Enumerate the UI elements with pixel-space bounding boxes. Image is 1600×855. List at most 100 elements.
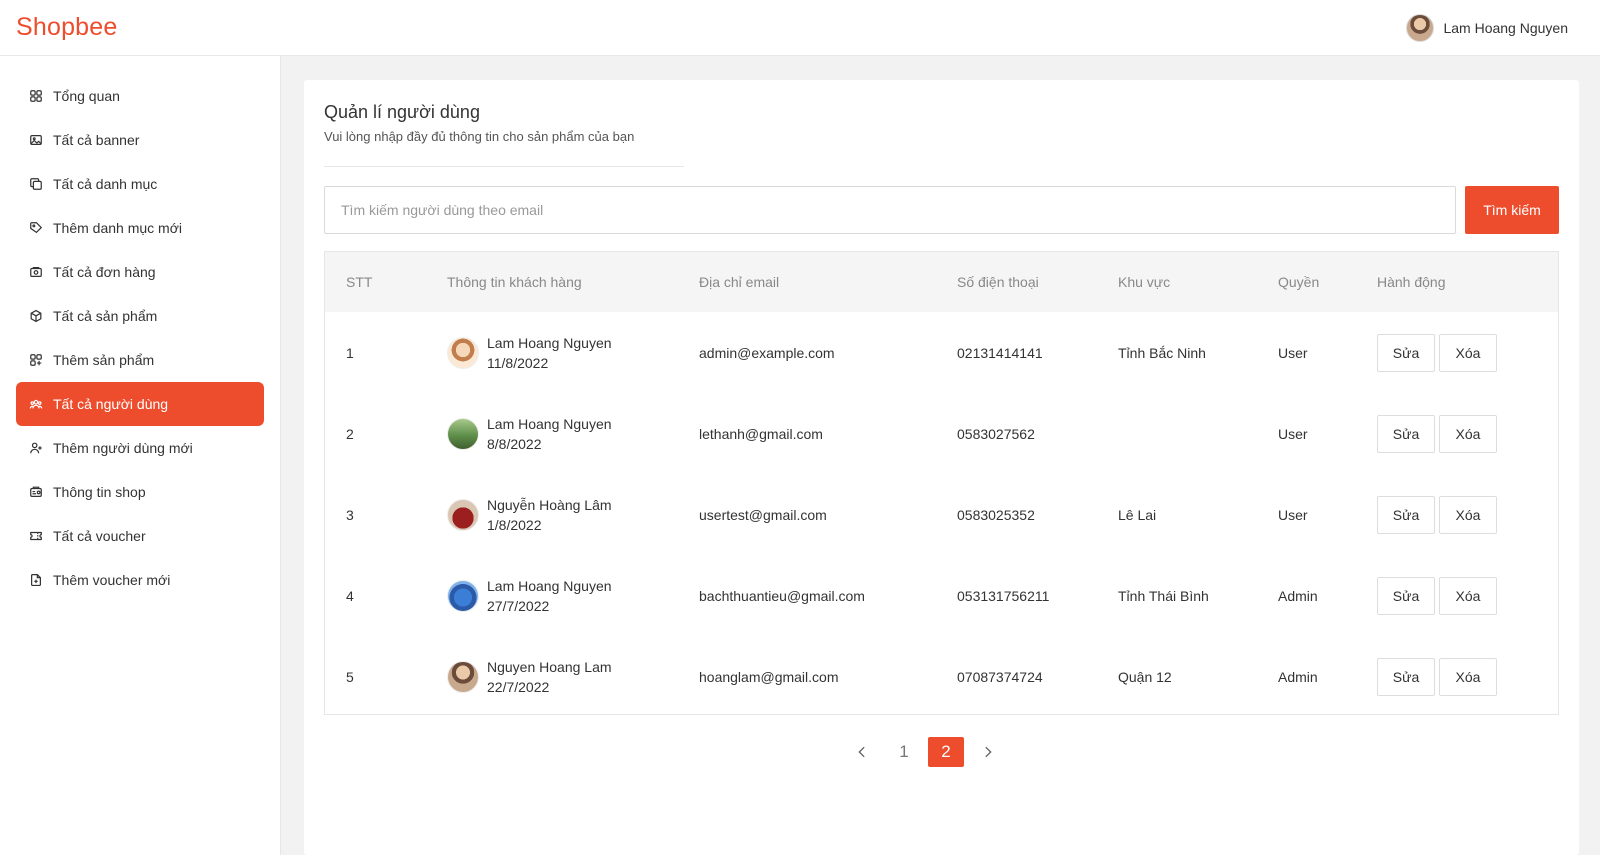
chevron-right-icon [981,745,995,759]
cell-role: Admin [1278,668,1318,685]
avatar [1406,13,1435,42]
sidebar-item-them-san-pham[interactable]: Thêm sản phẩm [16,338,264,382]
cell-stt: 5 [346,668,354,685]
orders-icon [28,264,44,280]
sidebar-item-label: Tất cả người dùng [53,396,169,412]
sidebar-item-label: Tất cả sản phẩm [53,308,158,324]
cell-actions: Sửa Xóa [1356,555,1558,636]
cell-region [1097,393,1257,474]
customer-date: 8/8/2022 [487,435,542,452]
sidebar-item-tat-ca-san-pham[interactable]: Tất cả sản phẩm [16,294,264,338]
table-row: 4 Lam Hoang Nguyen 27/7/2022 bachthuanti… [325,555,1558,636]
edit-button[interactable]: Sửa [1377,414,1435,453]
delete-button[interactable]: Xóa [1439,657,1497,696]
column-header-email: Địa chỉ email [699,274,780,290]
sidebar-item-them-danh-muc[interactable]: Thêm danh mục mới [16,206,264,250]
copy-icon [28,176,44,192]
box-icon [28,308,44,324]
top-bar: Shopbee Lam Hoang Nguyen [0,0,1600,56]
sidebar-item-them-voucher[interactable]: Thêm voucher mới [16,558,264,602]
column-header-customer: Thông tin khách hàng [447,274,582,290]
user-plus-icon [28,440,44,456]
cell-role: User [1278,425,1308,442]
delete-button[interactable]: Xóa [1439,333,1497,372]
cell-phone: 053131756211 [957,587,1050,604]
edit-button[interactable]: Sửa [1377,495,1435,534]
user-management-card: Quản lí người dùng Vui lòng nhập đầy đủ … [304,80,1579,855]
delete-button[interactable]: Xóa [1439,495,1497,534]
cell-email: lethanh@gmail.com [699,425,823,442]
avatar [447,660,479,693]
ticket-icon [28,528,44,544]
prev-page-button[interactable] [844,737,880,767]
sidebar-item-tong-quan[interactable]: Tổng quan [16,74,264,118]
cell-customer: Nguyen Hoang Lam 22/7/2022 [426,636,678,717]
sidebar-item-them-nguoi-dung[interactable]: Thêm người dùng mới [16,426,264,470]
cell-region: Tỉnh Bắc Ninh [1118,344,1206,361]
search-input[interactable] [324,186,1456,234]
column-header-phone: Số điện thoại [957,274,1039,290]
cell-phone: 02131414141 [957,344,1043,361]
delete-button[interactable]: Xóa [1439,576,1497,615]
cell-region: Lê Lai [1118,506,1157,523]
cell-region: Quận 12 [1118,668,1172,685]
sidebar-item-label: Tất cả danh mục [53,176,158,192]
customer-date: 11/8/2022 [487,354,549,371]
customer-date: 27/7/2022 [487,597,550,614]
brand-logo[interactable]: Shopbee [16,13,118,42]
sidebar-item-tat-ca-voucher[interactable]: Tất cả voucher [16,514,264,558]
cell-email: admin@example.com [699,344,835,361]
image-icon [28,132,44,148]
chevron-left-icon [855,745,869,759]
table-row: 3 Nguyễn Hoàng Lâm 1/8/2022 usertest@gma… [325,474,1558,555]
customer-name: Lam Hoang Nguyen [487,577,612,594]
page-1-button[interactable]: 1 [886,737,922,767]
cell-actions: Sửa Xóa [1356,393,1558,474]
sidebar-item-label: Thêm voucher mới [53,572,171,588]
customer-date: 1/8/2022 [487,516,542,533]
delete-button[interactable]: Xóa [1439,414,1497,453]
card-header: Quản lí người dùng Vui lòng nhập đầy đủ … [324,102,684,167]
edit-button[interactable]: Sửa [1377,576,1435,615]
table-row: 5 Nguyen Hoang Lam 22/7/2022 hoanglam@gm… [325,636,1558,717]
cell-email: usertest@gmail.com [699,506,827,523]
search-bar: Tìm kiếm [324,186,1559,234]
sidebar-item-label: Thêm người dùng mới [53,440,193,456]
user-menu[interactable]: Lam Hoang Nguyen [1406,13,1584,42]
cell-email: bachthuantieu@gmail.com [699,587,865,604]
next-page-button[interactable] [970,737,1006,767]
sidebar-item-thong-tin-shop[interactable]: Thông tin shop [16,470,264,514]
customer-name: Nguyễn Hoàng Lâm [487,496,612,513]
sidebar-item-label: Tổng quan [53,88,120,104]
cell-customer: Lam Hoang Nguyen 27/7/2022 [426,555,678,636]
search-button[interactable]: Tìm kiếm [1465,186,1559,234]
cell-role: Admin [1278,587,1318,604]
page-title: Quản lí người dùng [324,102,480,122]
sidebar-item-label: Tất cả voucher [53,528,146,544]
avatar [447,336,479,369]
edit-button[interactable]: Sửa [1377,333,1435,372]
customer-date: 22/7/2022 [487,678,550,695]
column-header-region: Khu vực [1118,274,1171,290]
cell-phone: 0583027562 [957,425,1035,442]
sidebar-item-label: Thêm danh mục mới [53,220,183,236]
sidebar-item-label: Thông tin shop [53,484,146,500]
column-header-role: Quyền [1278,274,1320,290]
cell-stt: 2 [346,425,354,442]
avatar [447,579,479,612]
sidebar-item-label: Tất cả banner [53,132,140,148]
page-2-button[interactable]: 2 [928,737,964,767]
cell-stt: 4 [346,587,354,604]
sidebar-item-tat-ca-danh-muc[interactable]: Tất cả danh mục [16,162,264,206]
sidebar-item-tat-ca-banner[interactable]: Tất cả banner [16,118,264,162]
cell-phone: 07087374724 [957,668,1043,685]
edit-button[interactable]: Sửa [1377,657,1435,696]
sidebar-item-tat-ca-don-hang[interactable]: Tất cả đơn hàng [16,250,264,294]
user-name: Lam Hoang Nguyen [1443,19,1568,36]
sidebar-item-tat-ca-nguoi-dung[interactable]: Tất cả người dùng [16,382,264,426]
file-plus-icon [28,572,44,588]
cell-customer: Lam Hoang Nguyen 8/8/2022 [426,393,678,474]
table-row: 1 Lam Hoang Nguyen 11/8/2022 admin@examp… [325,312,1558,393]
cell-role: User [1278,344,1308,361]
customer-name: Lam Hoang Nguyen [487,415,612,432]
